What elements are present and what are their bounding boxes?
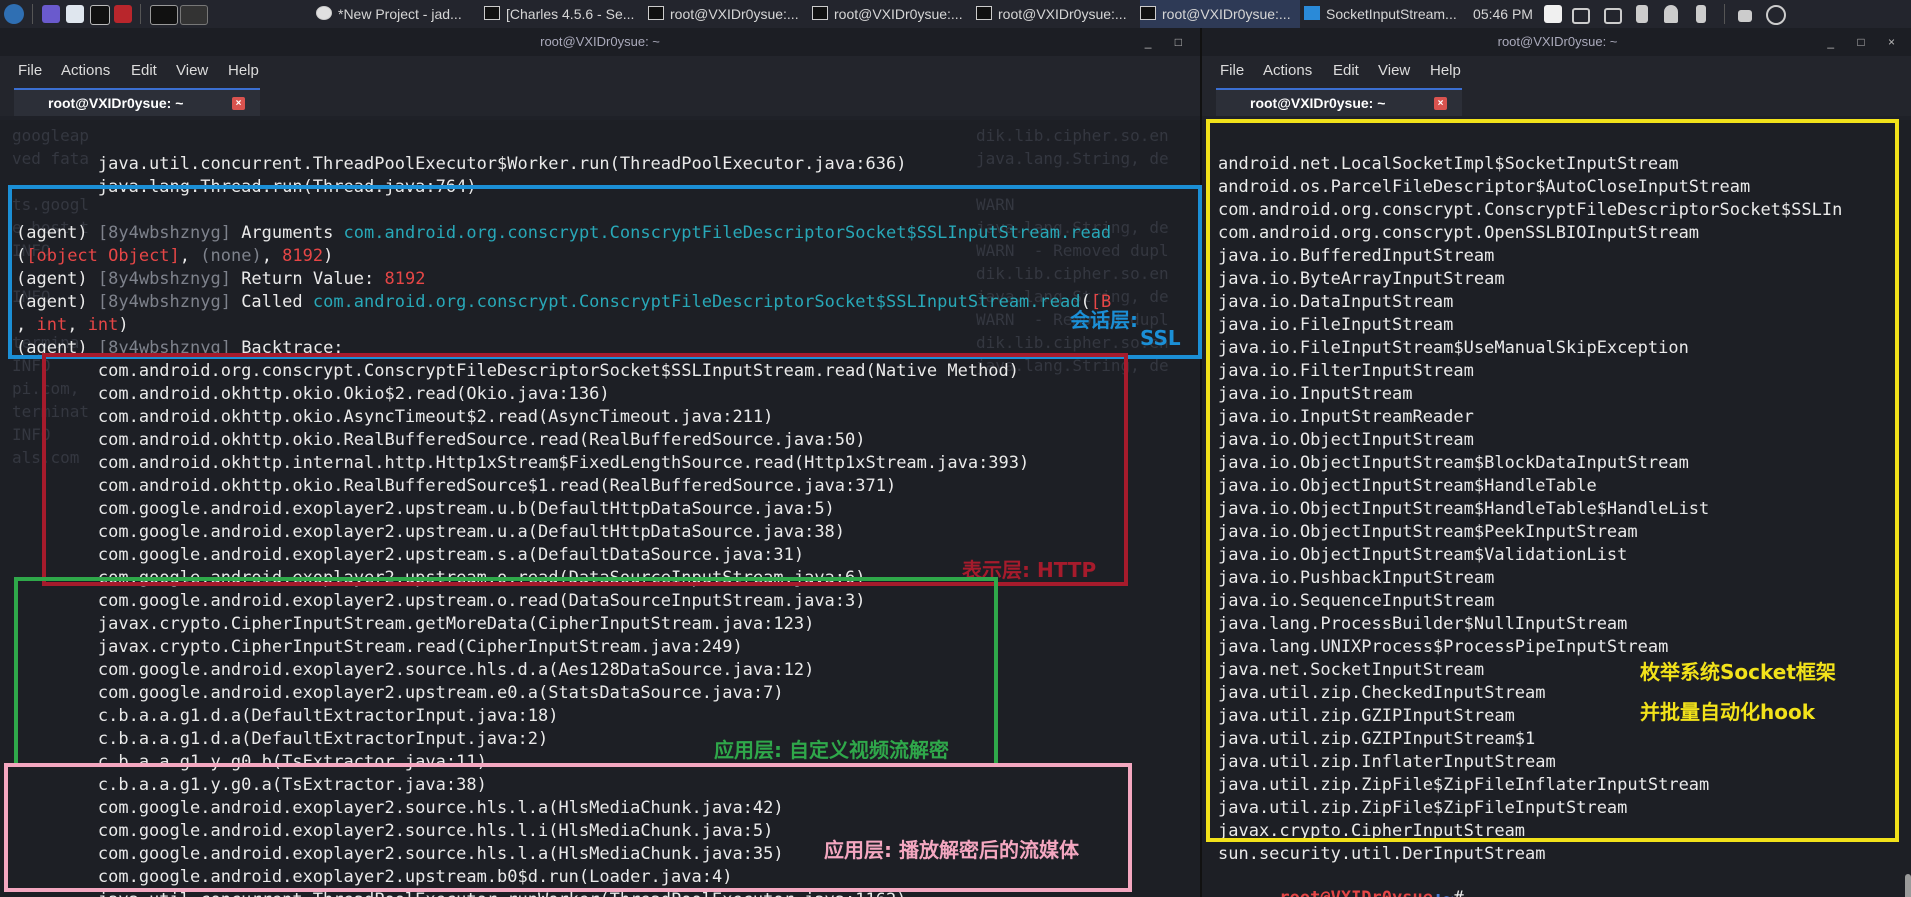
screen-recorder-icon[interactable] (114, 5, 132, 23)
ssl-layer-box (8, 185, 1202, 359)
charles-icon (484, 6, 500, 20)
task-terminal-4[interactable]: root@VXIDr0ysue:... (1140, 0, 1300, 28)
terminal-text: java.util.concurrent.ThreadPoolExecutor$… (16, 154, 907, 174)
menu-file[interactable]: File (1220, 62, 1244, 79)
window-title: root@VXIDr0ysue: ~ (0, 28, 1200, 56)
task-terminal-2[interactable]: root@VXIDr0ysue:... (812, 0, 972, 28)
class-list-item: sun.security.util.DerInputStream (1218, 844, 1546, 864)
enumerate-label: 枚举系统Socket框架 (1640, 660, 1836, 684)
task-terminal-1[interactable]: root@VXIDr0ysue:... (648, 0, 808, 28)
taskbar: *New Project - jad... [Charles 4.5.6 - S… (0, 0, 1911, 28)
bluetooth-icon[interactable] (1636, 5, 1648, 23)
tab-terminal[interactable]: root@VXIDr0ysue: ~ × (1216, 88, 1462, 116)
workspace-2-icon[interactable] (180, 5, 208, 25)
http-layer-box (42, 353, 1128, 586)
taskbar-separator (140, 4, 141, 24)
ssl-layer-label-2: SSL (1140, 326, 1181, 350)
menubar: File Actions Edit View Help (0, 56, 1200, 86)
terminal-icon (812, 6, 828, 20)
prompt-line-active[interactable]: root@VXIDr0ysue:~# (1218, 887, 1484, 897)
task-label: SocketInputStream... (1326, 6, 1457, 22)
menu-view[interactable]: View (176, 62, 208, 79)
tab-label: root@VXIDr0ysue: ~ (1250, 95, 1386, 111)
vscode-icon (1304, 6, 1320, 20)
kali-menu-icon[interactable] (4, 4, 24, 24)
power-icon[interactable] (1766, 5, 1786, 25)
menu-edit[interactable]: Edit (1333, 62, 1359, 79)
task-vscode[interactable]: SocketInputStream... (1304, 0, 1464, 28)
scrollbar[interactable] (1905, 874, 1911, 897)
battery-icon[interactable] (1696, 5, 1706, 23)
terminal-icon (976, 6, 992, 20)
task-label: root@VXIDr0ysue:... (834, 6, 963, 22)
notifications-icon[interactable] (1664, 5, 1678, 23)
menu-actions[interactable]: Actions (1263, 62, 1312, 79)
lock-icon[interactable] (1738, 10, 1752, 22)
file-manager-icon[interactable] (66, 5, 84, 23)
playback-layer-label: 应用层: 播放解密后的流媒体 (824, 838, 1079, 862)
workspace-1-icon[interactable] (150, 5, 178, 25)
menu-file[interactable]: File (18, 62, 42, 79)
terminal-icon (1140, 6, 1156, 20)
menu-help[interactable]: Help (228, 62, 259, 79)
menu-actions[interactable]: Actions (61, 62, 110, 79)
display-icon[interactable] (1604, 8, 1622, 24)
prompt-line: root@VXIDr0ysue:~# (1218, 864, 1463, 897)
tab-bar: root@VXIDr0ysue: ~ × (0, 86, 1200, 116)
taskbar-separator (32, 4, 33, 24)
task-terminal-3[interactable]: root@VXIDr0ysue:... (976, 0, 1136, 28)
network-icon[interactable] (1572, 8, 1590, 24)
enumerate-socket-box (1206, 119, 1899, 842)
enumerate-label-2: 并批量自动化hook (1640, 700, 1816, 724)
kali-dragon-icon (1544, 5, 1562, 23)
task-label: root@VXIDr0ysue:... (1162, 6, 1291, 22)
task-jadx[interactable]: *New Project - jad... (316, 0, 476, 28)
playback-layer-box (4, 763, 1132, 892)
tab-label: root@VXIDr0ysue: ~ (48, 95, 184, 111)
task-charles[interactable]: [Charles 4.5.6 - Se... (484, 0, 644, 28)
terminal-icon (648, 6, 664, 20)
ssl-layer-label: 会话层: (1070, 308, 1138, 332)
task-label: root@VXIDr0ysue:... (670, 6, 799, 22)
task-label: *New Project - jad... (338, 6, 462, 22)
desktop-icon[interactable] (42, 5, 60, 23)
window-title: root@VXIDr0ysue: ~ (1202, 28, 1911, 56)
menu-help[interactable]: Help (1430, 62, 1461, 79)
window-controls[interactable]: _ □ (1145, 28, 1192, 56)
terminal-line: java.util.concurrent.ThreadPoolExecutor$… (16, 153, 907, 176)
window-controls[interactable]: _ □ × (1827, 28, 1905, 56)
terminal-launcher-icon[interactable] (90, 5, 110, 25)
menu-edit[interactable]: Edit (131, 62, 157, 79)
close-icon[interactable]: × (232, 97, 245, 110)
clock[interactable]: 05:46 PM (1466, 0, 1540, 28)
close-icon[interactable]: × (1434, 97, 1447, 110)
taskbar-separator (1724, 4, 1725, 24)
menu-view[interactable]: View (1378, 62, 1410, 79)
decrypt-layer-label: 应用层: 自定义视频流解密 (714, 738, 949, 762)
task-label: root@VXIDr0ysue:... (998, 6, 1127, 22)
tab-terminal[interactable]: root@VXIDr0ysue: ~ × (14, 88, 260, 116)
menubar: File Actions Edit View Help (1202, 56, 1911, 86)
task-label: [Charles 4.5.6 - Se... (506, 6, 635, 22)
jadx-icon (316, 6, 332, 20)
tab-bar: root@VXIDr0ysue: ~ × (1202, 86, 1911, 116)
